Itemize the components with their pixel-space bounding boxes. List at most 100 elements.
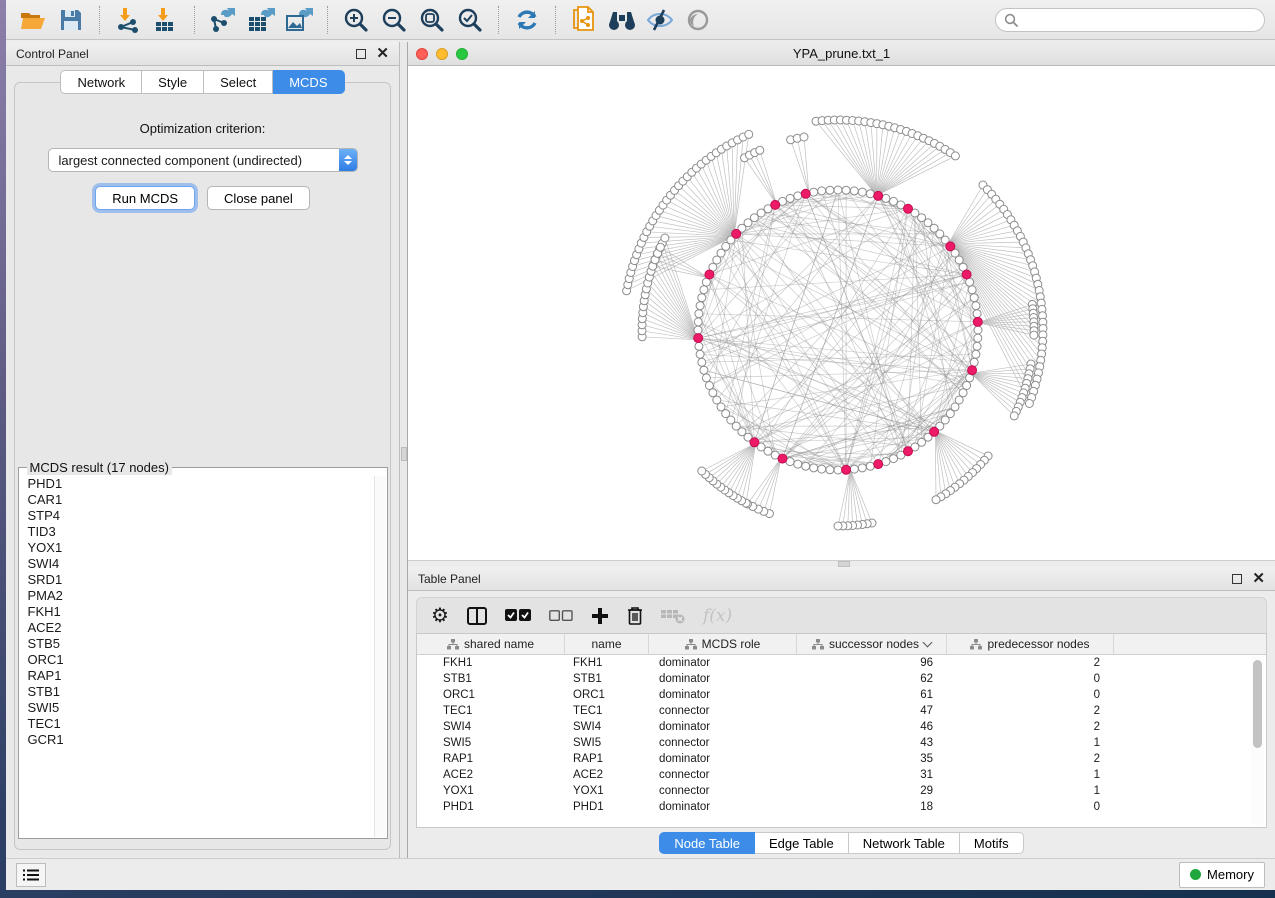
tab-mcds[interactable]: MCDS [273, 70, 344, 94]
mcds-result-item[interactable]: RAP1 [20, 668, 374, 684]
column-header-predecessor-nodes[interactable]: predecessor nodes [947, 634, 1114, 654]
network-canvas[interactable] [408, 66, 1275, 560]
memory-status-icon [1190, 869, 1201, 880]
float-window-icon[interactable] [1232, 574, 1242, 584]
float-window-icon[interactable] [356, 49, 366, 59]
mcds-result-item[interactable]: ORC1 [20, 652, 374, 668]
table-row[interactable]: SWI4SWI4dominator462 [417, 719, 1266, 735]
divider-handle[interactable] [838, 561, 850, 567]
tab-motifs[interactable]: Motifs [960, 832, 1024, 854]
table-row[interactable]: ORC1ORC1dominator610 [417, 687, 1266, 703]
toolbar-separator [99, 6, 100, 34]
criterion-select[interactable]: largest connected component (undirected) [48, 148, 358, 172]
save-session-button[interactable] [54, 4, 88, 36]
table-cell: STB1 [565, 671, 649, 687]
criterion-value: largest connected component (undirected) [59, 153, 303, 168]
tree-icon [970, 639, 982, 650]
split-divider-vertical[interactable] [400, 42, 408, 858]
export-image-button[interactable] [282, 4, 316, 36]
network-window: YPA_prune.txt_1 [408, 42, 1275, 560]
table-cell: PHD1 [417, 799, 565, 815]
column-header-mcds-role[interactable]: MCDS role [649, 634, 797, 654]
tab-edge-table[interactable]: Edge Table [755, 832, 849, 854]
table-row[interactable]: FKH1FKH1dominator962 [417, 655, 1266, 671]
export-table-button[interactable] [244, 4, 278, 36]
tab-node-table[interactable]: Node Table [659, 832, 755, 854]
mcds-result-item[interactable]: SWI5 [20, 700, 374, 716]
network-window-titlebar[interactable]: YPA_prune.txt_1 [408, 42, 1275, 66]
minimize-window-icon[interactable] [436, 48, 448, 60]
run-mcds-button[interactable]: Run MCDS [95, 186, 195, 210]
divider-handle[interactable] [401, 447, 407, 461]
table-settings-button[interactable]: ⚙ [431, 606, 449, 626]
mcds-list-scrollbar[interactable] [374, 476, 386, 837]
tab-style[interactable]: Style [142, 70, 204, 94]
table-row[interactable]: RAP1RAP1dominator352 [417, 751, 1266, 767]
first-neighbors-button[interactable] [605, 4, 639, 36]
split-divider-horizontal[interactable] [408, 560, 1275, 567]
table-cell: connector [649, 735, 797, 751]
import-network-button[interactable] [111, 4, 145, 36]
function-builder-button[interactable]: f(x) [703, 606, 732, 626]
show-hidden-button[interactable] [681, 4, 715, 36]
mcds-result-item[interactable]: TID3 [20, 524, 374, 540]
mcds-result-item[interactable]: FKH1 [20, 604, 374, 620]
export-network-button[interactable] [206, 4, 240, 36]
mcds-result-item[interactable]: PMA2 [20, 588, 374, 604]
mcds-result-item[interactable]: STP4 [20, 508, 374, 524]
table-cell: 2 [947, 703, 1114, 719]
mcds-result-item[interactable]: STB1 [20, 684, 374, 700]
save-icon [60, 9, 82, 31]
mcds-result-item[interactable]: CAR1 [20, 492, 374, 508]
table-row[interactable]: PHD1PHD1dominator180 [417, 799, 1266, 815]
tab-select[interactable]: Select [204, 70, 273, 94]
table-row[interactable]: STB1STB1dominator620 [417, 671, 1266, 687]
mcds-result-item[interactable]: STB5 [20, 636, 374, 652]
close-panel-icon[interactable]: ✕ [376, 49, 389, 59]
deselect-all-button[interactable] [549, 610, 573, 621]
delete-column-button[interactable] [627, 606, 643, 625]
zoom-out-button[interactable] [377, 4, 411, 36]
close-panel-icon[interactable]: ✕ [1252, 574, 1265, 584]
mcds-result-item[interactable]: TEC1 [20, 716, 374, 732]
close-panel-button[interactable]: Close panel [207, 186, 310, 210]
refresh-network-button[interactable] [510, 4, 544, 36]
open-file-button[interactable] [16, 4, 50, 36]
zoom-in-button[interactable] [339, 4, 373, 36]
hide-selected-button[interactable] [643, 4, 677, 36]
import-table-button[interactable] [149, 4, 183, 36]
zoom-selected-button[interactable] [453, 4, 487, 36]
tab-network-table[interactable]: Network Table [849, 832, 960, 854]
maximize-window-icon[interactable] [456, 48, 468, 60]
column-header-name[interactable]: name [565, 634, 649, 654]
table-panel-titlebar[interactable]: Table Panel ✕ [408, 567, 1275, 591]
table-row[interactable]: SWI5SWI5connector431 [417, 735, 1266, 751]
mcds-result-item[interactable]: SWI4 [20, 556, 374, 572]
mcds-result-item[interactable]: SRD1 [20, 572, 374, 588]
mcds-result-item[interactable]: PHD1 [20, 476, 374, 492]
show-panels-button[interactable] [16, 863, 46, 887]
table-scrollbar[interactable] [1251, 656, 1264, 825]
tab-network[interactable]: Network [60, 70, 142, 94]
memory-button[interactable]: Memory [1179, 862, 1265, 888]
close-window-icon[interactable] [416, 48, 428, 60]
table-row[interactable]: TEC1TEC1connector472 [417, 703, 1266, 719]
select-all-button[interactable] [505, 609, 531, 622]
add-column-button[interactable] [591, 607, 609, 625]
mcds-result-item[interactable]: YOX1 [20, 540, 374, 556]
mcds-result-item[interactable]: ACE2 [20, 620, 374, 636]
network-from-public-db-button[interactable] [567, 4, 601, 36]
column-header-successor-nodes[interactable]: successor nodes [797, 634, 947, 654]
table-cell: dominator [649, 687, 797, 703]
mcds-result-item[interactable]: GCR1 [20, 732, 374, 748]
table-row[interactable]: ACE2ACE2connector311 [417, 767, 1266, 783]
delete-table-button[interactable] [661, 608, 685, 624]
column-header-shared-name[interactable]: shared name [417, 634, 565, 654]
search-input[interactable] [1023, 12, 1256, 28]
scrollbar-thumb[interactable] [1253, 660, 1262, 748]
zoom-fit-button[interactable] [415, 4, 449, 36]
table-row[interactable]: YOX1YOX1connector291 [417, 783, 1266, 799]
control-panel-titlebar[interactable]: Control Panel ✕ [6, 42, 399, 66]
select-stepper-icon [339, 149, 357, 171]
column-selector-button[interactable] [467, 607, 487, 625]
